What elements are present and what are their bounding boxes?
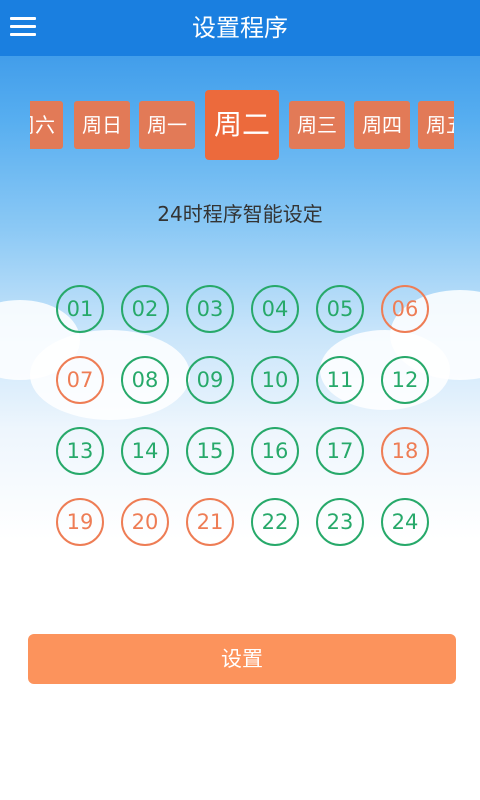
hour-button-17[interactable]: 17 (316, 427, 364, 475)
hour-button-06[interactable]: 06 (381, 285, 429, 333)
hour-button-20[interactable]: 20 (121, 498, 169, 546)
day-tab-2[interactable]: 周日 (74, 101, 130, 149)
top-bar: 设置程序 (0, 0, 480, 56)
hour-button-22[interactable]: 22 (251, 498, 299, 546)
hour-button-23[interactable]: 23 (316, 498, 364, 546)
hour-button-11[interactable]: 11 (316, 356, 364, 404)
hour-button-10[interactable]: 10 (251, 356, 299, 404)
set-button[interactable]: 设置 (28, 634, 456, 684)
day-tab-1[interactable]: 周六 (30, 101, 63, 149)
day-tab-5[interactable]: 周三 (289, 101, 345, 149)
hour-button-14[interactable]: 14 (121, 427, 169, 475)
day-selector: 周六周日周一周二周三周四周五 (30, 90, 454, 162)
hour-button-21[interactable]: 21 (186, 498, 234, 546)
hour-button-12[interactable]: 12 (381, 356, 429, 404)
hour-button-19[interactable]: 19 (56, 498, 104, 546)
hour-button-18[interactable]: 18 (381, 427, 429, 475)
hour-button-01[interactable]: 01 (56, 285, 104, 333)
hour-button-04[interactable]: 04 (251, 285, 299, 333)
hour-button-24[interactable]: 24 (381, 498, 429, 546)
hour-button-05[interactable]: 05 (316, 285, 364, 333)
hour-button-02[interactable]: 02 (121, 285, 169, 333)
hour-button-07[interactable]: 07 (56, 356, 104, 404)
sky-background (0, 0, 480, 560)
hour-button-08[interactable]: 08 (121, 356, 169, 404)
hour-button-15[interactable]: 15 (186, 427, 234, 475)
schedule-subtitle: 24时程序智能设定 (157, 202, 323, 226)
hour-button-09[interactable]: 09 (186, 356, 234, 404)
day-tab-4[interactable]: 周二 (205, 90, 279, 160)
day-tab-7[interactable]: 周五 (418, 101, 454, 149)
day-tab-6[interactable]: 周四 (354, 101, 410, 149)
day-tab-3[interactable]: 周一 (139, 101, 195, 149)
hour-button-13[interactable]: 13 (56, 427, 104, 475)
hour-button-03[interactable]: 03 (186, 285, 234, 333)
page-title: 设置程序 (192, 14, 288, 42)
hour-button-16[interactable]: 16 (251, 427, 299, 475)
